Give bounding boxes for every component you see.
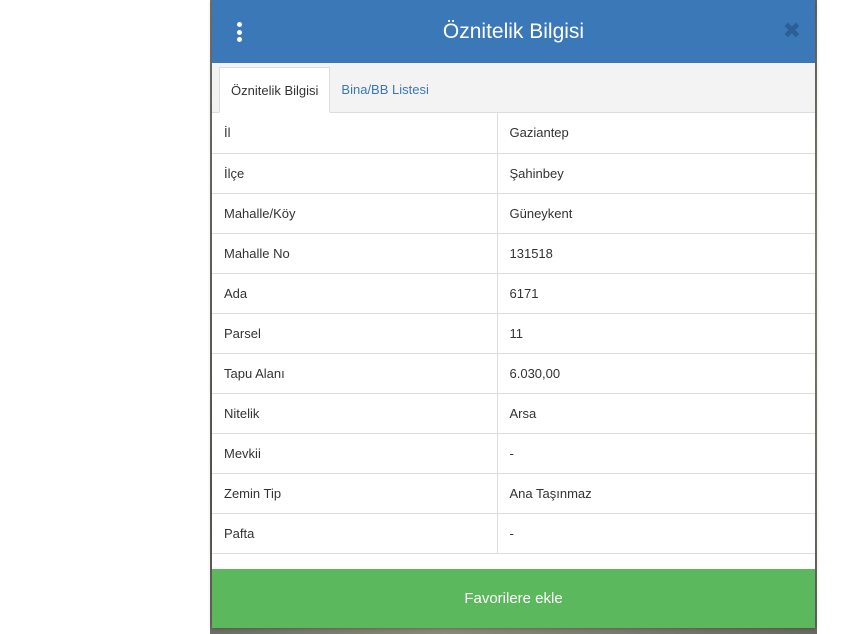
menu-dot bbox=[236, 37, 242, 42]
table-row: Ada 6171 bbox=[212, 273, 815, 314]
attribute-value: 11 bbox=[497, 313, 815, 354]
attribute-value: - bbox=[497, 513, 815, 554]
table-row: Parsel 11 bbox=[212, 313, 815, 354]
table-row: Tapu Alanı 6.030,00 bbox=[212, 353, 815, 394]
table-row: Pafta - bbox=[212, 513, 815, 554]
attribute-value: Güneykent bbox=[497, 193, 815, 234]
dialog-header: Öznitelik Bilgisi ✖ bbox=[212, 0, 815, 63]
attribute-key: Mevkii bbox=[212, 433, 498, 474]
tab-bar: Öznitelik Bilgisi Bina/BB Listesi bbox=[212, 63, 815, 113]
table-row: Zemin Tip Ana Taşınmaz bbox=[212, 473, 815, 514]
table-row: İlçe Şahinbey bbox=[212, 153, 815, 194]
add-favorite-button[interactable]: Favorilere ekle bbox=[212, 569, 815, 628]
attribute-value: 6.030,00 bbox=[497, 353, 815, 394]
attribute-key: Mahalle/Köy bbox=[212, 193, 498, 234]
table-row: Mahalle No 131518 bbox=[212, 233, 815, 274]
attribute-key: İl bbox=[212, 113, 498, 154]
attribute-value: Gaziantep bbox=[497, 113, 815, 154]
table-row: Nitelik Arsa bbox=[212, 393, 815, 434]
dialog-title: Öznitelik Bilgisi bbox=[442, 19, 585, 43]
attribute-key: Zemin Tip bbox=[212, 473, 498, 514]
table-row: İl Gaziantep bbox=[212, 113, 815, 154]
table-row: Mevkii - bbox=[212, 433, 815, 474]
menu-dot bbox=[236, 22, 242, 27]
vertical-ellipsis-icon[interactable] bbox=[236, 22, 242, 42]
menu-dot bbox=[236, 29, 242, 35]
attribute-value: 131518 bbox=[497, 233, 815, 274]
attribute-key: İlçe bbox=[212, 153, 498, 194]
attribute-value: Ana Taşınmaz bbox=[497, 473, 815, 514]
tab-building-list[interactable]: Bina/BB Listesi bbox=[330, 67, 439, 112]
attribute-key: Pafta bbox=[212, 513, 498, 554]
attribute-key: Mahalle No bbox=[212, 233, 498, 274]
attribute-value: 6171 bbox=[497, 273, 815, 314]
attribute-value: - bbox=[497, 433, 815, 474]
attribute-key: Parsel bbox=[212, 313, 498, 354]
attribute-key: Ada bbox=[212, 273, 498, 314]
attribute-key: Nitelik bbox=[212, 393, 498, 434]
attribute-value: Şahinbey bbox=[497, 153, 815, 194]
attribute-table: İl Gaziantep İlçe Şahinbey Mahalle/Köy G… bbox=[212, 113, 815, 554]
attribute-value: Arsa bbox=[497, 393, 815, 434]
attribute-key: Tapu Alanı bbox=[212, 353, 498, 394]
table-row: Mahalle/Köy Güneykent bbox=[212, 193, 815, 234]
close-icon[interactable]: ✖ bbox=[783, 20, 801, 42]
attribute-dialog: Öznitelik Bilgisi ✖ Öznitelik Bilgisi Bi… bbox=[212, 0, 815, 628]
tab-attribute-info[interactable]: Öznitelik Bilgisi bbox=[219, 67, 331, 113]
